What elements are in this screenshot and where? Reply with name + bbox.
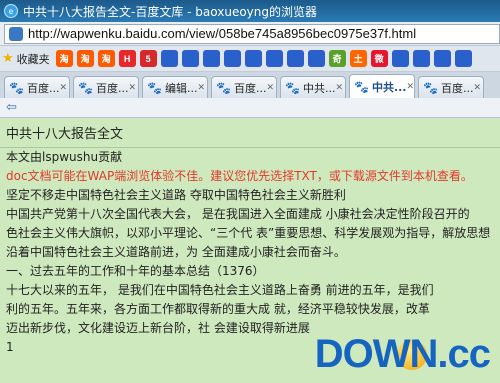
page-toolstrip: ⇦ — [0, 98, 500, 118]
document-line: 十七大以来的五年， 是我们在中国特色社会主义道路上奋勇 前进的五年，是我们 — [6, 283, 434, 297]
address-bar: http://wapwenku.baidu.com/view/058be745a… — [0, 22, 500, 46]
document-line: 中国共产党第十八次全国代表大会， 是在我国进入全面建成 小康社会决定性阶段召开的 — [6, 207, 470, 221]
baidu-paw-icon: 🐾 — [216, 80, 231, 95]
url-field[interactable]: http://wapwenku.baidu.com/view/058be745a… — [4, 23, 500, 44]
tab-close-icon[interactable]: ✕ — [197, 83, 205, 93]
tab-label: 中共... — [371, 80, 407, 94]
tab-close-icon[interactable]: ✕ — [473, 83, 481, 93]
browser-tab[interactable]: 🐾 中共... ✕ — [349, 74, 415, 98]
back-arrow-icon[interactable]: ⇦ — [6, 100, 17, 115]
browser-tab[interactable]: 🐾 百度... ✕ — [4, 76, 70, 98]
taobao-icon-3[interactable]: 淘 — [97, 50, 115, 67]
down-cc-watermark: DOWN.cc — [315, 323, 496, 383]
baidu-paw-icon-12[interactable]: 🐾 — [454, 50, 472, 67]
taobao-icon[interactable]: 淘 — [55, 50, 73, 67]
document-line: 利的五年。五年来，各方面工作都取得新的重大成 就，经济平稳较快发展，改革 — [6, 302, 430, 316]
document-line: 一、过去五年的工作和十年的基本总结（1376） — [6, 264, 265, 278]
baidu-paw-icon: 🐾 — [78, 80, 93, 95]
baidu-paw-icon-11[interactable]: 🐾 — [433, 50, 451, 67]
tab-label: 百度... — [95, 81, 129, 95]
tab-label: 百度... — [233, 81, 267, 95]
tab-label: 百度... — [26, 81, 60, 95]
baidu-paw-icon-9[interactable]: 🐾 — [391, 50, 409, 67]
watermark-text: DOWN.cc — [314, 332, 491, 376]
browser-tab[interactable]: 🐾 百度... ✕ — [73, 76, 139, 98]
tudou-icon[interactable]: 土 — [349, 50, 367, 67]
tab-close-icon[interactable]: ✕ — [128, 83, 136, 93]
baidu-paw-icon: 🐾 — [147, 80, 162, 95]
baidu-paw-icon: 🐾 — [354, 79, 369, 94]
baidu-paw-icon-4[interactable]: 🐾 — [223, 50, 241, 67]
browser-tab[interactable]: 🐾 百度... ✕ — [211, 76, 277, 98]
baidu-paw-icon-3[interactable]: 🐾 — [202, 50, 220, 67]
document-line: 沿着中国特色社会主义道路前进，为 全面建成小康社会而奋斗。 — [6, 245, 346, 259]
weibo-icon[interactable]: 微 — [370, 50, 388, 67]
window-title: 中共十八大报告全文-百度文库 - baoxueoyng的浏览器 — [23, 4, 317, 19]
browser-tab[interactable]: 🐾 百度... ✕ — [418, 76, 484, 98]
baidu-paw-icon-2[interactable]: 🐾 — [181, 50, 199, 67]
tab-bar: 🐾 百度... ✕ 🐾 百度... ✕ 🐾 编辑... ✕ 🐾 百度... ✕ 🐾 中共... ✕ 🐾 中共..… — [0, 72, 500, 98]
five-icon[interactable]: 5 — [139, 50, 157, 67]
doc-warning-line: doc文档可能在WAP端浏览体验不佳。建议您优先选择TXT，或下载源文件到本机查… — [6, 169, 473, 183]
baidu-paw-icon: 🐾 — [285, 80, 300, 95]
baidu-paw-icon-10[interactable]: 🐾 — [412, 50, 430, 67]
qiyi-icon[interactable]: 奇 — [328, 50, 346, 67]
tab-label: 百度... — [440, 81, 474, 95]
url-text[interactable]: http://wapwenku.baidu.com/view/058be745a… — [28, 26, 416, 41]
page-favicon-icon — [9, 26, 23, 41]
tab-close-icon[interactable]: ✕ — [407, 82, 415, 92]
hao123-icon[interactable]: H — [118, 50, 136, 67]
document-page: 中共十八大报告全文 本文由lspwushu贡献 doc文档可能在WAP端浏览体验不… — [0, 118, 500, 383]
taobao-icon-2[interactable]: 淘 — [76, 50, 94, 67]
browser-logo-icon: e — [4, 4, 18, 18]
tab-close-icon[interactable]: ✕ — [266, 83, 274, 93]
tab-label: 中共... — [302, 81, 336, 95]
window-titlebar: e 中共十八大报告全文-百度文库 - baoxueoyng的浏览器 — [0, 0, 500, 22]
browser-tab[interactable]: 🐾 编辑... ✕ — [142, 76, 208, 98]
baidu-paw-icon-6[interactable]: 🐾 — [265, 50, 283, 67]
favorites-label[interactable]: 收藏夹 — [17, 51, 50, 67]
tab-close-icon[interactable]: ✕ — [335, 83, 343, 93]
favorites-icons: 淘淘淘 H 5 🐾 🐾 🐾 🐾 🐾 🐾 🐾 🐾 奇土微 🐾 🐾 🐾 🐾 — [54, 50, 474, 67]
baidu-paw-icon-5[interactable]: 🐾 — [244, 50, 262, 67]
favorites-star-icon[interactable]: ★ — [2, 51, 14, 66]
tab-label: 编辑... — [164, 81, 198, 95]
document-line: 坚定不移走中国特色社会主义道路 夺取中国特色社会主义新胜利 — [6, 188, 346, 202]
favorites-bar: ★ 收藏夹 淘淘淘 H 5 🐾 🐾 🐾 🐾 🐾 🐾 🐾 🐾 奇土微 🐾 🐾 🐾 🐾 — [0, 46, 500, 72]
baidu-paw-icon-7[interactable]: 🐾 — [286, 50, 304, 67]
document-line: 色社会主义伟大旗帜，以邓小平理论、“三个代 表”重要思想、科学发展观为指导，解放… — [6, 226, 491, 240]
baidu-paw-icon-8[interactable]: 🐾 — [307, 50, 325, 67]
baidu-paw-icon[interactable]: 🐾 — [160, 50, 178, 67]
baidu-paw-icon: 🐾 — [423, 80, 438, 95]
document-line: 本文由lspwushu贡献 — [6, 150, 123, 164]
baidu-paw-icon: 🐾 — [9, 80, 24, 95]
document-title: 中共十八大报告全文 — [0, 118, 500, 148]
tab-close-icon[interactable]: ✕ — [59, 83, 67, 93]
browser-tab[interactable]: 🐾 中共... ✕ — [280, 76, 346, 98]
